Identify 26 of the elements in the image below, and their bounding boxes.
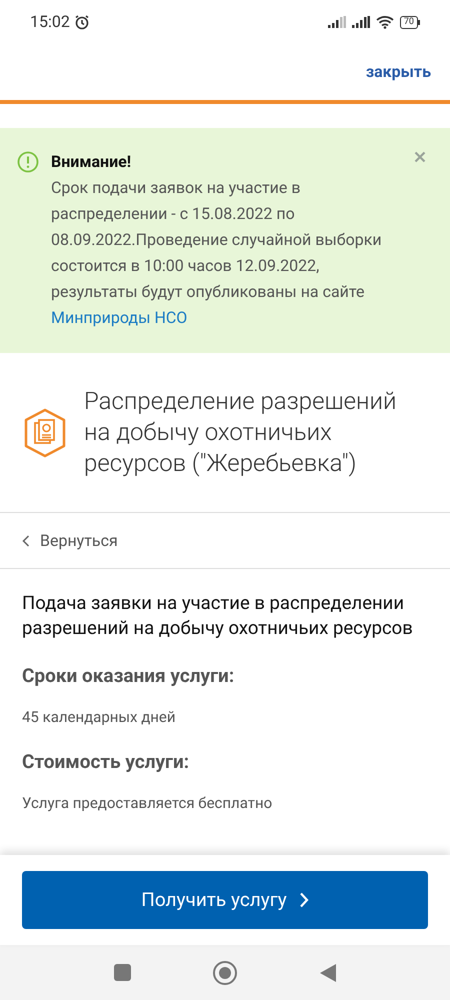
get-service-button[interactable]: Получить услугу xyxy=(22,871,428,929)
section-text: Услуга предоставляется бесплатно xyxy=(22,793,274,813)
close-icon[interactable] xyxy=(414,151,426,163)
battery-icon: 70 xyxy=(400,16,420,28)
application-heading: Подача заявки на участие в распределении разрешений на добычу охотничьих ресурсов xyxy=(22,591,414,641)
alert-message: Срок подачи заявок на участие в распределении - с 15.08.2022 по 08.09.2022.Проведение случайной выборки состоится в 10:00 часов 12.09.2022, результаты будут опубликованы на сайте Минприроды НСО xyxy=(51,177,383,329)
back-button[interactable] xyxy=(318,962,336,982)
section-heading: Сроки оказания услуги: xyxy=(22,663,236,689)
service-title: Распределение разрешений на добычу охотничьих ресурсов ("Жеребьевка") xyxy=(84,386,398,479)
warning-icon xyxy=(17,151,39,173)
wifi-icon xyxy=(376,15,394,29)
alert-title: Внимание! xyxy=(51,151,132,173)
close-link[interactable]: закрыть xyxy=(366,60,431,84)
document-icon xyxy=(22,408,68,458)
recent-apps-button[interactable] xyxy=(114,964,130,981)
signal-icon xyxy=(352,16,370,28)
section-text: 45 календарных дней xyxy=(22,707,177,727)
home-button[interactable] xyxy=(212,960,236,984)
alarm-icon xyxy=(74,14,90,30)
chevron-right-icon xyxy=(298,892,309,908)
section-heading: Стоимость услуги: xyxy=(22,749,190,775)
back-link[interactable]: Вернуться xyxy=(22,528,118,552)
ministry-link[interactable]: Минприроды НСО xyxy=(51,308,188,327)
clock-time: 15:02 xyxy=(30,11,70,33)
signal-icon xyxy=(328,16,346,28)
chevron-left-icon xyxy=(22,534,30,546)
